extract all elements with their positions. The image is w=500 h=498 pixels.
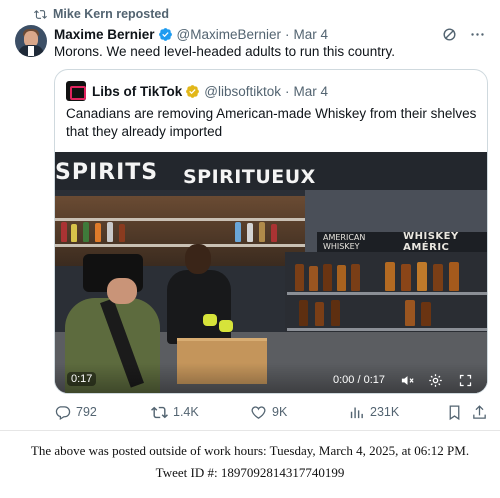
gold-verified-badge-icon[interactable] — [185, 84, 200, 99]
american-whiskey-banner: AMERICAN WHISKEY WHISKEY AMÉRIC — [317, 231, 487, 253]
quoted-tweet[interactable]: Libs of TikTok @libsoftiktok · Mar 4 Can… — [54, 69, 488, 394]
repost-count: 1.4K — [173, 405, 199, 419]
author-name[interactable]: Maxime Bernier — [54, 27, 155, 42]
fullscreen-icon[interactable] — [457, 372, 473, 388]
repost-label: Mike Kern reposted — [53, 7, 170, 21]
author-avatar[interactable] — [15, 25, 47, 57]
action-bar: 792 1.4K 9K 231K — [54, 402, 488, 422]
author-handle[interactable]: @MaximeBernier — [177, 27, 281, 42]
like-count: 9K — [272, 405, 288, 419]
separator-dot: · — [285, 26, 290, 42]
bookmark-button[interactable] — [446, 402, 463, 422]
quoted-header: Libs of TikTok @libsoftiktok · Mar 4 — [66, 81, 328, 101]
verified-badge-icon[interactable] — [158, 27, 173, 42]
quoted-avatar[interactable] — [66, 81, 86, 101]
separator-dot: · — [285, 83, 290, 99]
quoted-date[interactable]: Mar 4 — [294, 84, 329, 99]
quoted-author-handle[interactable]: @libsoftiktok — [204, 84, 281, 99]
view-count: 231K — [370, 405, 400, 419]
divider — [0, 430, 500, 431]
views-button[interactable]: 231K — [348, 402, 399, 422]
store-sign-spirits: SPIRITS — [55, 160, 159, 185]
archive-footer: The above was posted outside of work hou… — [0, 440, 500, 484]
repost-icon — [34, 9, 47, 19]
video-controls — [55, 363, 487, 393]
repost-indicator[interactable]: Mike Kern reposted — [34, 6, 169, 22]
views-bar-chart-icon — [350, 407, 363, 418]
share-icon — [473, 404, 486, 419]
repost-icon — [151, 406, 168, 418]
heart-icon — [251, 405, 266, 419]
tweet-header: Maxime Bernier @MaximeBernier · Mar 4 — [54, 24, 486, 44]
tweet-card[interactable]: Mike Kern reposted Maxime Bernier @Maxim… — [0, 0, 500, 430]
more-options-icon[interactable] — [468, 25, 486, 43]
posted-time-note: The above was posted outside of work hou… — [30, 443, 470, 458]
like-button[interactable]: 9K — [250, 402, 287, 422]
store-sign-spiritueux: SPIRITUEUX — [183, 166, 316, 188]
repost-button[interactable]: 1.4K — [151, 402, 199, 422]
grok-icon[interactable] — [440, 25, 458, 43]
share-button[interactable] — [471, 402, 488, 422]
video-progress-time: 0:00 / 0:17 — [333, 374, 385, 386]
bookmark-icon — [449, 404, 460, 420]
quoted-author-name[interactable]: Libs of TikTok — [92, 84, 182, 99]
tweet-text: Morons. We need level-headed adults to r… — [54, 44, 395, 59]
settings-icon[interactable] — [427, 372, 443, 388]
reply-icon — [55, 405, 71, 420]
store-employee — [167, 244, 233, 344]
quoted-text: Canadians are removing American-made Whi… — [66, 106, 477, 139]
mute-icon[interactable] — [399, 372, 415, 388]
tweet-date[interactable]: Mar 4 — [294, 27, 329, 42]
reply-button[interactable]: 792 — [54, 402, 97, 422]
video-elapsed-badge: 0:17 — [67, 372, 97, 386]
video-player[interactable]: SPIRITS SPIRITUEUX AMERICAN WHISKEY WHIS… — [55, 152, 487, 393]
reply-count: 792 — [76, 405, 97, 419]
tweet-id-note: Tweet ID #: 1897092814317740199 — [155, 465, 345, 480]
